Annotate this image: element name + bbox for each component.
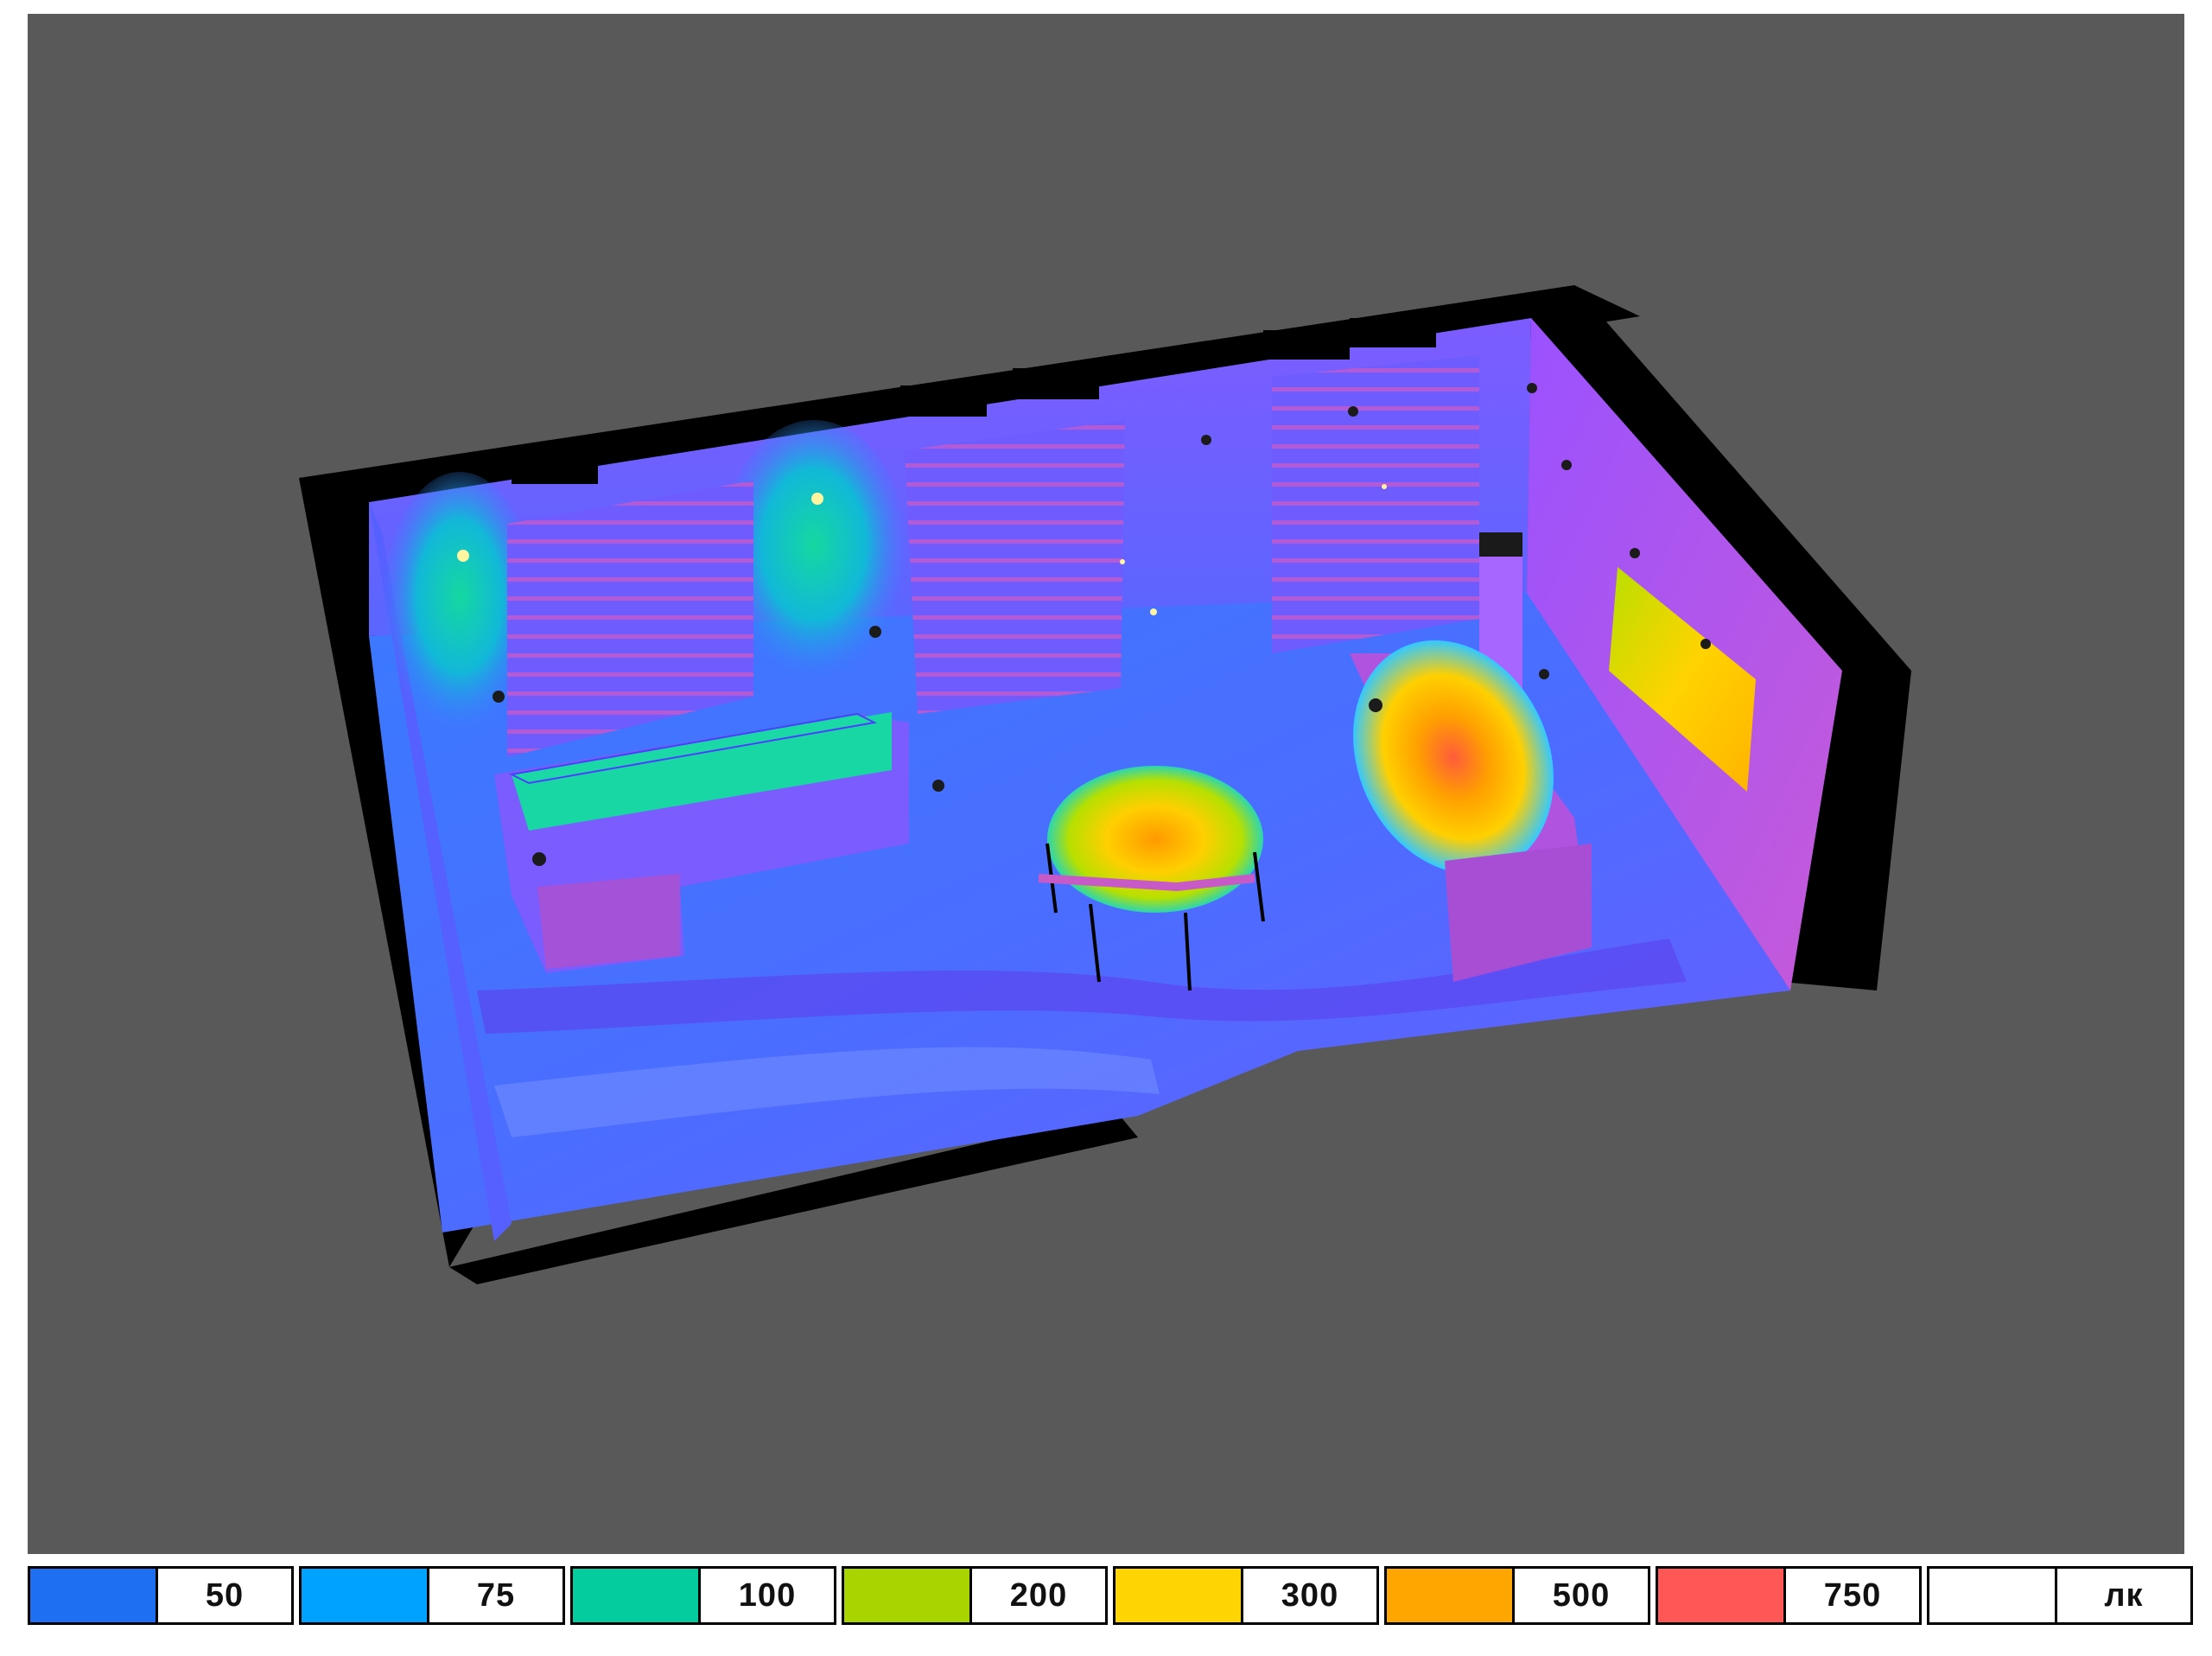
legend-swatch <box>573 1569 701 1622</box>
illuminance-3d-view <box>28 14 2184 1554</box>
room-render <box>299 285 1911 1284</box>
legend-value: 750 <box>1823 1576 1882 1614</box>
legend-swatch <box>1929 1569 2057 1622</box>
legend-item: 75 <box>299 1566 565 1625</box>
legend-value: 200 <box>1009 1576 1068 1614</box>
legend-item: 100 <box>570 1566 836 1625</box>
legend-swatch <box>1116 1569 1243 1622</box>
legend-item: 750 <box>1656 1566 1922 1625</box>
legend-value: 50 <box>205 1576 245 1614</box>
legend-unit: лк <box>2104 1576 2144 1614</box>
illuminance-legend: 50 75 100 200 300 500 750 лк <box>28 1566 2193 1628</box>
legend-swatch <box>1387 1569 1515 1622</box>
blinds-center <box>905 420 1125 714</box>
blinds-right <box>1272 355 1479 653</box>
legend-value: 75 <box>476 1576 516 1614</box>
legend-item: 200 <box>842 1566 1108 1625</box>
legend-item-unit: лк <box>1927 1566 2193 1625</box>
legend-swatch <box>1658 1569 1786 1622</box>
legend-item: 500 <box>1384 1566 1650 1625</box>
legend-value: 500 <box>1552 1576 1611 1614</box>
legend-value: 300 <box>1281 1576 1339 1614</box>
legend-swatch <box>302 1569 429 1622</box>
dining-table <box>1047 766 1263 913</box>
legend-item: 50 <box>28 1566 294 1625</box>
legend-item: 300 <box>1113 1566 1379 1625</box>
legend-value: 100 <box>738 1576 797 1614</box>
legend-swatch <box>30 1569 158 1622</box>
legend-swatch <box>844 1569 972 1622</box>
